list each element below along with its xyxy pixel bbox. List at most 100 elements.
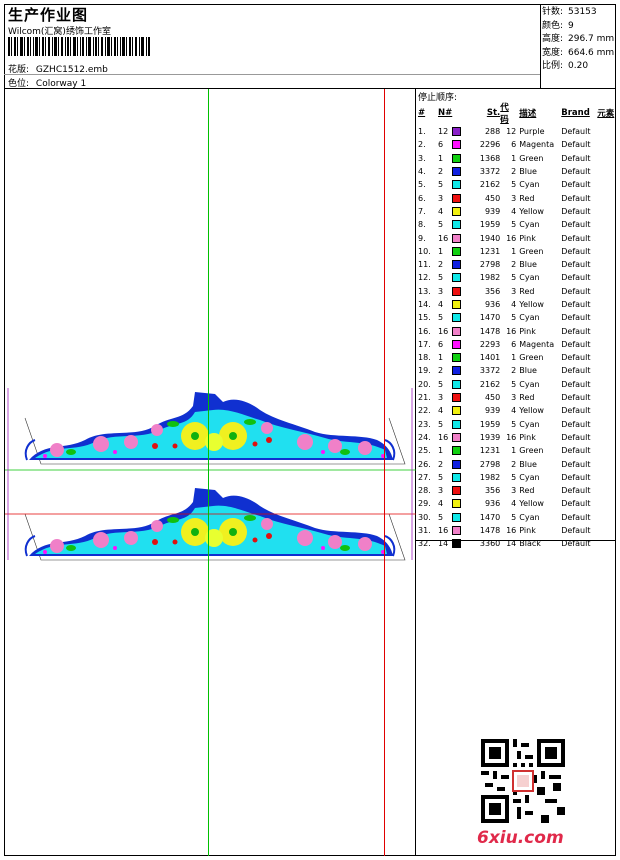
cell-code: 5 — [511, 180, 517, 190]
cell-idx: 20. — [418, 379, 431, 389]
cell-code: 5 — [511, 220, 517, 230]
cell-desc: Magenta — [519, 140, 555, 150]
cell-code: 3 — [511, 393, 517, 403]
cell-n: 2 — [438, 366, 444, 376]
column-header-swatch — [452, 101, 470, 125]
cell-desc: Cyan — [519, 472, 540, 482]
cell-desc: Magenta — [519, 339, 555, 349]
cell-st: 2296 — [479, 140, 501, 150]
cell-code: 16 — [506, 526, 517, 536]
table-row: 7. 4 939 4 Yellow Default — [416, 205, 617, 218]
cell-desc: Red — [519, 286, 535, 296]
cell-code: 5 — [511, 512, 517, 522]
cell-n: 5 — [438, 273, 444, 283]
cell-element — [597, 245, 617, 258]
cell-desc: Cyan — [519, 419, 540, 429]
cell-brand: Default — [561, 472, 591, 482]
cell-idx: 18. — [418, 353, 431, 363]
cell-n: 4 — [438, 406, 444, 416]
cell-st: 2293 — [479, 339, 501, 349]
cell-code: 2 — [511, 167, 517, 177]
table-row: 27. 5 1982 5 Cyan Default — [416, 471, 617, 484]
cell-element — [597, 457, 617, 470]
color-swatch — [452, 193, 462, 203]
cell-desc: Blue — [519, 459, 537, 469]
cell-element — [597, 191, 617, 204]
table-row: 11. 2 2798 2 Blue Default — [416, 258, 617, 271]
color-swatch-cell — [452, 138, 470, 151]
color-swatch — [452, 446, 462, 456]
cell-code: 1 — [511, 153, 517, 163]
cell-desc: Cyan — [519, 220, 540, 230]
cell-desc: Cyan — [519, 180, 540, 190]
cell-st: 1959 — [479, 220, 501, 230]
cell-element — [597, 444, 617, 457]
table-row: 2. 6 2296 6 Magenta Default — [416, 138, 617, 151]
header-divider — [4, 88, 616, 89]
color-swatch-cell — [452, 457, 470, 470]
cell-st: 3360 — [479, 539, 501, 549]
cell-st: 1401 — [479, 353, 501, 363]
pattern-line: 花版: GZHC1512.emb — [8, 62, 108, 75]
cell-desc: Green — [519, 246, 544, 256]
cell-element — [597, 404, 617, 417]
cell-element — [597, 418, 617, 431]
color-swatch-cell — [452, 218, 470, 231]
cell-element — [597, 258, 617, 271]
cell-brand: Default — [561, 393, 591, 403]
cell-st: 1470 — [479, 512, 501, 522]
cell-code: 4 — [511, 499, 517, 509]
cell-element — [597, 351, 617, 364]
cell-brand: Default — [561, 127, 591, 137]
cell-element — [597, 178, 617, 191]
color-swatch-cell — [452, 444, 470, 457]
color-swatch-cell — [452, 324, 470, 337]
color-swatch-cell — [452, 418, 470, 431]
cell-element — [597, 378, 617, 391]
color-swatch-cell — [452, 191, 470, 204]
cell-element — [597, 431, 617, 444]
stat-label: 颜色: — [542, 20, 564, 31]
cell-brand: Default — [561, 286, 591, 296]
cell-idx: 2. — [418, 140, 426, 150]
stat-row: 颜色: 9 — [542, 20, 614, 34]
table-row: 5. 5 2162 5 Cyan Default — [416, 178, 617, 191]
cell-brand: Default — [561, 193, 591, 203]
cell-code: 2 — [511, 260, 517, 270]
cell-st: 3372 — [479, 366, 501, 376]
cell-idx: 23. — [418, 419, 431, 429]
color-swatch — [452, 300, 462, 309]
cell-element — [597, 497, 617, 510]
stats-divider — [540, 4, 541, 88]
cell-idx: 15. — [418, 313, 431, 323]
cell-st: 936 — [484, 499, 501, 509]
color-swatch — [452, 512, 462, 522]
cell-element — [597, 311, 617, 324]
cell-code: 12 — [506, 127, 517, 137]
color-swatch-cell — [452, 537, 470, 550]
cell-code: 4 — [511, 300, 517, 309]
cell-st: 288 — [484, 127, 501, 137]
cell-n: 5 — [438, 419, 444, 429]
green-guide-line — [208, 89, 209, 856]
color-swatch-cell — [452, 285, 470, 298]
table-row: 16. 16 1478 16 Pink Default — [416, 324, 617, 337]
cell-idx: 24. — [418, 432, 431, 442]
cell-st: 939 — [484, 406, 501, 416]
pattern-value: GZHC1512.emb — [35, 65, 108, 75]
watermark: 6xiu.com — [477, 828, 564, 848]
cell-idx: 25. — [418, 446, 431, 456]
cell-brand: Default — [561, 406, 591, 416]
color-swatch — [452, 459, 462, 469]
stat-row: 针数: 53153 — [542, 6, 614, 20]
cell-element — [597, 484, 617, 497]
cell-code: 6 — [511, 339, 517, 349]
cell-brand: Default — [561, 273, 591, 283]
qr-code — [481, 739, 565, 823]
color-swatch-cell — [452, 231, 470, 244]
cell-desc: Pink — [519, 526, 536, 536]
color-swatch — [452, 313, 462, 323]
cell-st: 1939 — [479, 432, 501, 442]
cell-code: 4 — [511, 206, 517, 216]
table-row: 4. 2 3372 2 Blue Default — [416, 165, 617, 178]
